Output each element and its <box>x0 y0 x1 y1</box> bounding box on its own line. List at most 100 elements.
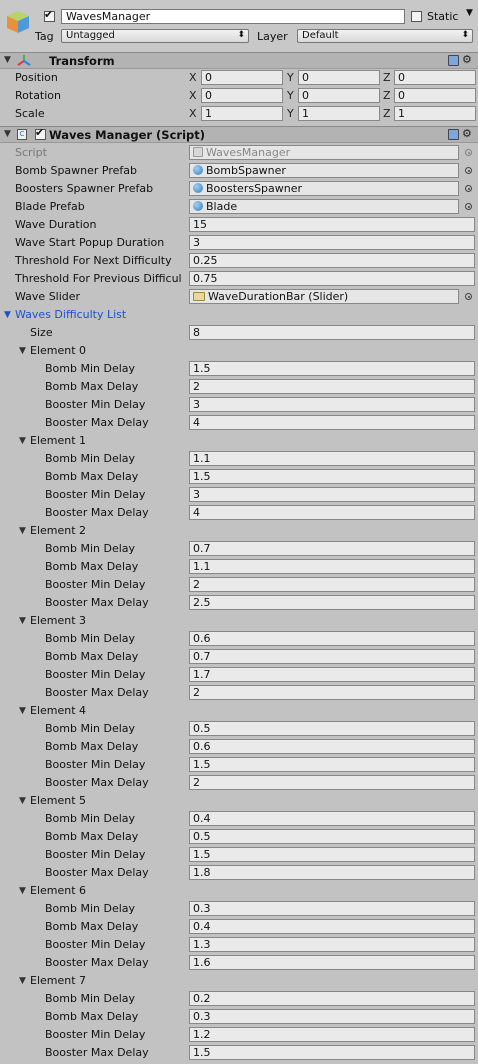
transform-scale-z-field[interactable]: 1 <box>394 106 476 121</box>
axis-x-label[interactable]: X <box>189 89 197 102</box>
element-2-value-2[interactable]: 2 <box>189 577 475 592</box>
transform-scale-y-field[interactable]: 1 <box>298 106 380 121</box>
bomb-spawner-field[interactable]: BombSpawner <box>189 163 459 178</box>
element-7-label[interactable]: Element 7 <box>30 974 86 987</box>
layer-dropdown[interactable]: Default ⬍ <box>297 29 473 43</box>
gear-icon[interactable]: ⚙ <box>462 53 472 66</box>
element-5-value-0[interactable]: 0.4 <box>189 811 475 826</box>
element-0-value-0[interactable]: 1.5 <box>189 361 475 376</box>
element-4-value-0[interactable]: 0.5 <box>189 721 475 736</box>
element-2-label[interactable]: Element 2 <box>30 524 86 537</box>
static-checkbox[interactable] <box>411 11 422 22</box>
element-1-value-0[interactable]: 1.1 <box>189 451 475 466</box>
element-0-value-2[interactable]: 3 <box>189 397 475 412</box>
element-7-value-3[interactable]: 1.5 <box>189 1045 475 1060</box>
foldout-arrow-icon[interactable]: ▼ <box>4 55 11 65</box>
help-book-icon[interactable] <box>448 55 459 66</box>
chevron-updown-icon: ⬍ <box>237 30 245 40</box>
foldout-arrow-icon[interactable]: ▼ <box>19 436 26 446</box>
transform-rotation-label: Rotation <box>15 89 62 102</box>
wave-slider-field[interactable]: WaveDurationBar (Slider) <box>189 289 459 304</box>
element-2-value-3[interactable]: 2.5 <box>189 595 475 610</box>
element-5-value-2[interactable]: 1.5 <box>189 847 475 862</box>
foldout-arrow-icon[interactable]: ▼ <box>19 886 26 896</box>
threshold-next-field[interactable]: 0.25 <box>189 253 475 268</box>
element-6-value-1[interactable]: 0.4 <box>189 919 475 934</box>
active-checkbox[interactable] <box>44 8 55 22</box>
element-5-value-3[interactable]: 1.8 <box>189 865 475 880</box>
element-0-value-1[interactable]: 2 <box>189 379 475 394</box>
axis-z-label[interactable]: Z <box>383 89 391 102</box>
element-5-label[interactable]: Element 5 <box>30 794 86 807</box>
tag-dropdown[interactable]: Untagged ⬍ <box>61 29 249 43</box>
element-4-value-2[interactable]: 1.5 <box>189 757 475 772</box>
transform-header[interactable]: ▼ Transform ⚙ <box>0 52 478 69</box>
element-2-value-0[interactable]: 0.7 <box>189 541 475 556</box>
foldout-arrow-icon[interactable]: ▼ <box>4 310 11 320</box>
object-picker-icon[interactable] <box>465 293 472 300</box>
element-3-value-2[interactable]: 1.7 <box>189 667 475 682</box>
object-picker-icon[interactable] <box>465 203 472 210</box>
transform-position-x-field[interactable]: 0 <box>201 70 283 85</box>
help-book-icon[interactable] <box>448 129 459 140</box>
element-7-value-0[interactable]: 0.2 <box>189 991 475 1006</box>
element-1-value-1[interactable]: 1.5 <box>189 469 475 484</box>
list-size-field[interactable]: 8 <box>189 325 475 340</box>
transform-rotation-x-field[interactable]: 0 <box>201 88 283 103</box>
element-0-value-3[interactable]: 4 <box>189 415 475 430</box>
foldout-arrow-icon[interactable]: ▼ <box>19 526 26 536</box>
axis-y-label[interactable]: Y <box>287 107 294 120</box>
element-7-value-1[interactable]: 0.3 <box>189 1009 475 1024</box>
component-enabled-checkbox[interactable] <box>35 126 46 140</box>
foldout-arrow-icon[interactable]: ▼ <box>19 976 26 986</box>
foldout-arrow-icon[interactable]: ▼ <box>19 706 26 716</box>
element-6-value-0[interactable]: 0.3 <box>189 901 475 916</box>
static-dropdown-arrow-icon[interactable]: ▼ <box>466 8 473 18</box>
axis-y-label[interactable]: Y <box>287 71 294 84</box>
element-6-value-3[interactable]: 1.6 <box>189 955 475 970</box>
element-1-label[interactable]: Element 1 <box>30 434 86 447</box>
element-4-value-1[interactable]: 0.6 <box>189 739 475 754</box>
axis-x-label[interactable]: X <box>189 107 197 120</box>
waves-difficulty-list-label[interactable]: Waves Difficulty List <box>15 308 126 321</box>
element-4-value-3[interactable]: 2 <box>189 775 475 790</box>
blade-field[interactable]: Blade <box>189 199 459 214</box>
axis-z-label[interactable]: Z <box>383 107 391 120</box>
element-1-value-2[interactable]: 3 <box>189 487 475 502</box>
element-2-field-label-3: Booster Max Delay <box>45 596 149 609</box>
transform-position-y-field[interactable]: 0 <box>298 70 380 85</box>
element-0-label[interactable]: Element 0 <box>30 344 86 357</box>
axis-y-label[interactable]: Y <box>287 89 294 102</box>
object-picker-icon[interactable] <box>465 167 472 174</box>
element-4-label[interactable]: Element 4 <box>30 704 86 717</box>
waves-manager-header[interactable]: ▼ C Waves Manager (Script) ⚙ <box>0 126 478 143</box>
element-3-value-1[interactable]: 0.7 <box>189 649 475 664</box>
wave-duration-field[interactable]: 15 <box>189 217 475 232</box>
foldout-arrow-icon[interactable]: ▼ <box>19 796 26 806</box>
gear-icon[interactable]: ⚙ <box>462 127 472 140</box>
element-3-label[interactable]: Element 3 <box>30 614 86 627</box>
element-7-value-2[interactable]: 1.2 <box>189 1027 475 1042</box>
element-2-value-1[interactable]: 1.1 <box>189 559 475 574</box>
transform-rotation-y-field[interactable]: 0 <box>298 88 380 103</box>
boosters-spawner-field[interactable]: BoostersSpawner <box>189 181 459 196</box>
popup-duration-field[interactable]: 3 <box>189 235 475 250</box>
foldout-arrow-icon[interactable]: ▼ <box>19 616 26 626</box>
element-3-value-3[interactable]: 2 <box>189 685 475 700</box>
foldout-arrow-icon[interactable]: ▼ <box>4 129 11 139</box>
foldout-arrow-icon[interactable]: ▼ <box>19 346 26 356</box>
gameobject-name-field[interactable]: WavesManager <box>61 9 405 24</box>
threshold-prev-field[interactable]: 0.75 <box>189 271 475 286</box>
element-6-label[interactable]: Element 6 <box>30 884 86 897</box>
element-3-value-0[interactable]: 0.6 <box>189 631 475 646</box>
element-6-value-2[interactable]: 1.3 <box>189 937 475 952</box>
transform-rotation-z-field[interactable]: 0 <box>394 88 476 103</box>
element-1-value-3[interactable]: 4 <box>189 505 475 520</box>
transform-scale-x-field[interactable]: 1 <box>201 106 283 121</box>
axis-x-label[interactable]: X <box>189 71 197 84</box>
axis-z-label[interactable]: Z <box>383 71 391 84</box>
element-2-field-label-2: Booster Min Delay <box>45 578 146 591</box>
transform-position-z-field[interactable]: 0 <box>394 70 476 85</box>
element-5-value-1[interactable]: 0.5 <box>189 829 475 844</box>
object-picker-icon[interactable] <box>465 185 472 192</box>
